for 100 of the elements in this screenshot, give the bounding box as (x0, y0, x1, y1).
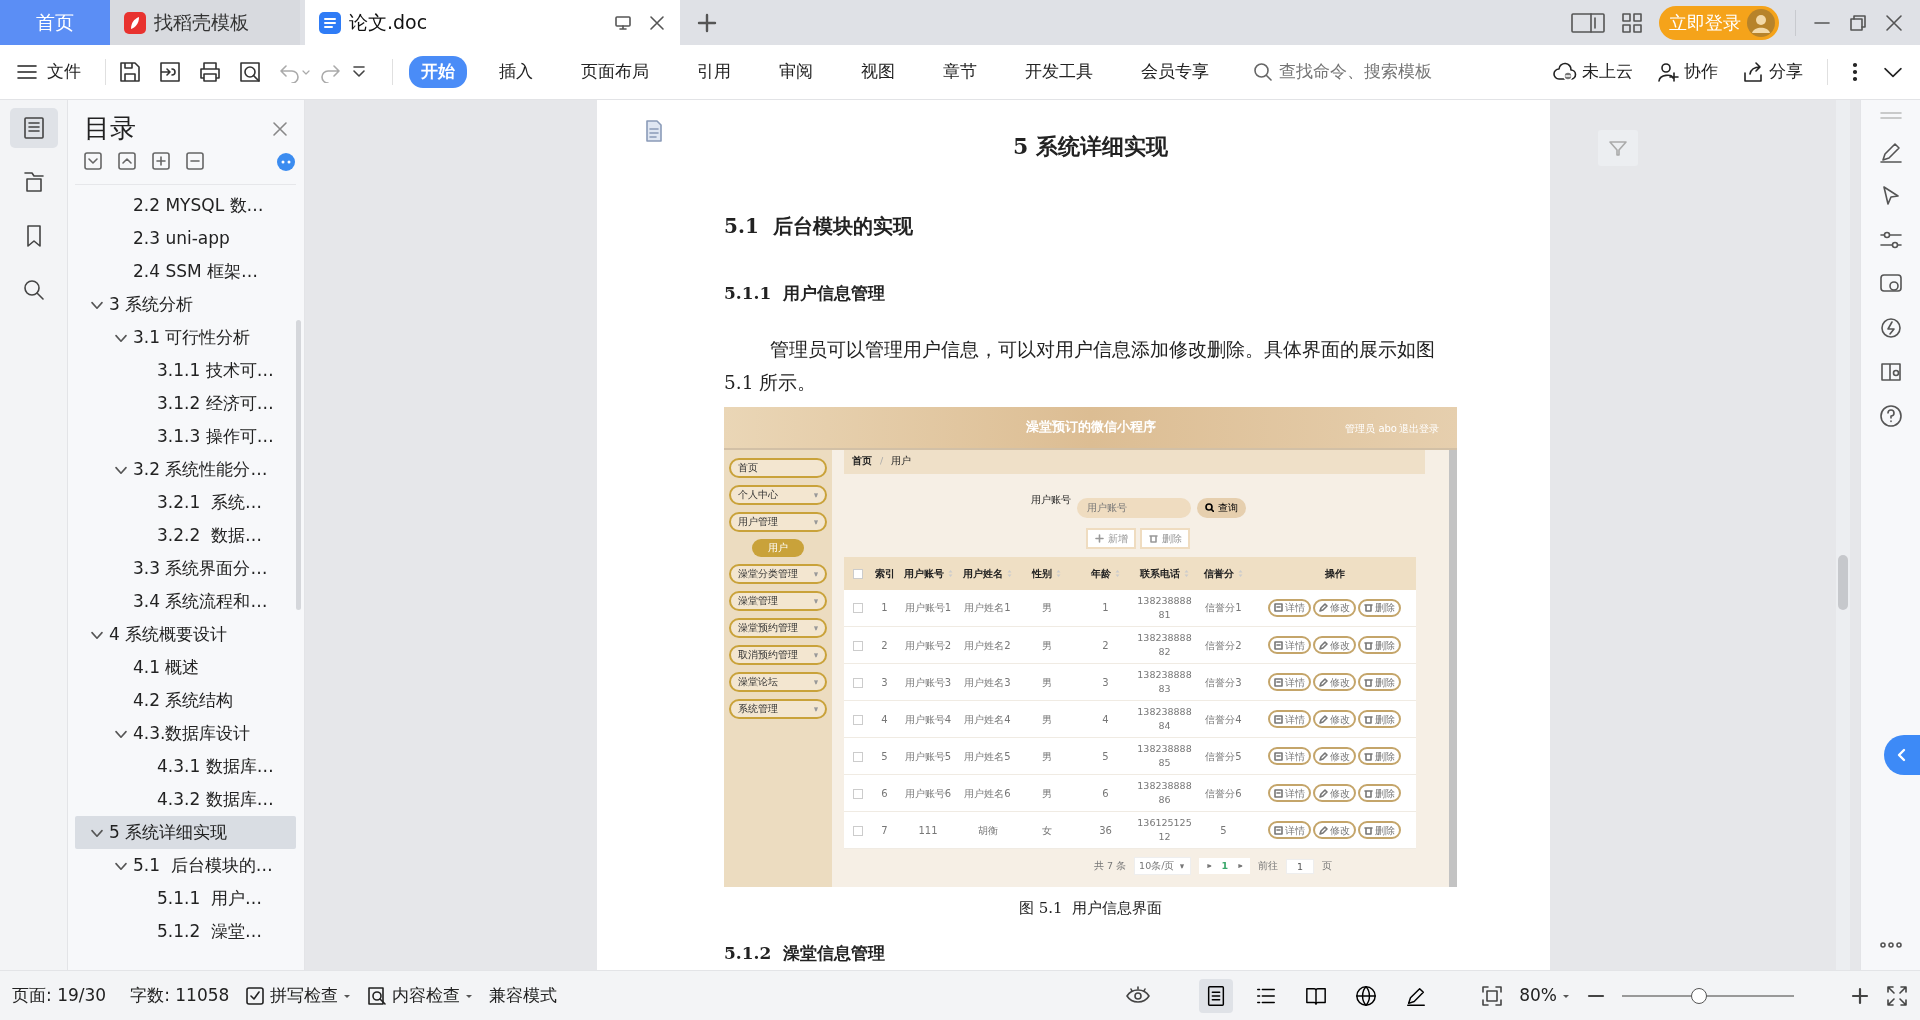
menu-item[interactable]: 取消预约管理 (729, 644, 827, 665)
toc-item[interactable]: 3.4 系统流程和… (75, 585, 296, 618)
more-icon[interactable] (1878, 940, 1903, 949)
toc-item[interactable]: 3.2 系统性能分… (75, 453, 296, 486)
menu-item[interactable]: 个人中心 (729, 484, 827, 505)
zoom-select[interactable]: 80% (1519, 982, 1570, 1009)
search-field[interactable]: 查找命令、搜索模板 (1253, 58, 1467, 86)
collapse-all-icon[interactable] (118, 152, 136, 170)
fullscreen-icon[interactable] (1886, 984, 1908, 1007)
toc-item[interactable]: 3.1.3 操作可… (75, 420, 296, 453)
plus-icon[interactable] (152, 152, 170, 170)
checkbox[interactable] (852, 825, 863, 836)
toc-item[interactable]: 3.1 可行性分析 (75, 321, 296, 354)
row-action-button[interactable]: 删除 (1358, 821, 1401, 839)
book-icon[interactable] (1878, 360, 1903, 384)
toc-item[interactable]: 4 系统概要设计 (75, 618, 296, 651)
toc-item[interactable]: 3.2.1 系统… (75, 486, 296, 519)
menu-item[interactable]: 系统管理 (729, 698, 827, 719)
toc-item[interactable]: 4.3.2 数据库… (75, 783, 296, 816)
assistant-icon[interactable] (276, 151, 296, 172)
toc-item[interactable]: 3.1.2 经济可… (75, 387, 296, 420)
checkbox[interactable] (852, 714, 863, 725)
row-action-button[interactable]: 修改 (1313, 636, 1356, 654)
breadcrumb-link[interactable]: 用户 (891, 454, 912, 469)
breadcrumb-link[interactable]: 首页 (852, 454, 872, 469)
zoom-in-icon[interactable] (1850, 985, 1870, 1006)
close-icon[interactable] (272, 120, 288, 137)
row-action-button[interactable]: 修改 (1313, 821, 1356, 839)
checkbox[interactable] (852, 568, 863, 579)
toc-item[interactable]: 2.2 MYSQL 数… (75, 189, 296, 222)
eye-icon[interactable] (1125, 985, 1152, 1006)
toc-item[interactable]: 2.3 uni-app (75, 222, 296, 255)
ribbon-tab[interactable]: 引用 (685, 56, 743, 88)
menu-item[interactable]: 澡堂预约管理 (729, 617, 827, 638)
row-action-button[interactable]: 详情 (1268, 747, 1311, 765)
ribbon-tab[interactable]: 页面布局 (569, 56, 661, 88)
row-action-button[interactable]: 修改 (1313, 673, 1356, 691)
fit-page-icon[interactable] (1481, 984, 1504, 1007)
checkbox[interactable] (852, 788, 863, 799)
toc-item[interactable]: 4.2 系统结构 (75, 684, 296, 717)
view-mode-button[interactable] (1199, 978, 1234, 1013)
checkbox[interactable] (852, 677, 863, 688)
row-action-button[interactable]: 修改 (1313, 598, 1356, 617)
row-action-button[interactable]: 删除 (1358, 636, 1401, 654)
ribbon-tab[interactable]: 视图 (849, 56, 907, 88)
layout-icon[interactable] (1571, 11, 1605, 34)
row-action-button[interactable]: 删除 (1358, 784, 1401, 802)
action-button[interactable]: 分享 (1742, 59, 1803, 85)
toc-item[interactable]: 5.1.1 用户… (75, 882, 296, 915)
ribbon-tab[interactable]: 会员专享 (1129, 56, 1221, 88)
minus-icon[interactable] (186, 152, 204, 170)
search-field[interactable]: 用户账号 (1077, 497, 1191, 518)
restore-icon[interactable] (1848, 12, 1868, 33)
menu-item[interactable]: 澡堂分类管理 (729, 563, 827, 584)
menu-item[interactable]: 澡堂论坛 (729, 671, 827, 692)
action-button[interactable]: 未上云 (1553, 59, 1633, 85)
page-input[interactable]: 1 (1286, 858, 1314, 874)
menu-item[interactable]: 澡堂管理 (729, 590, 827, 611)
new-tab-icon[interactable] (696, 11, 718, 34)
menu-item[interactable]: 用户管理 (729, 511, 827, 532)
row-action-button[interactable]: 删除 (1358, 710, 1401, 728)
row-action-button[interactable]: 删除 (1358, 673, 1401, 691)
toc-item[interactable]: 3.2.2 数据… (75, 519, 296, 552)
query-button[interactable]: 查询 (1197, 497, 1246, 518)
close-icon[interactable] (1884, 12, 1904, 33)
row-action-button[interactable]: 修改 (1313, 710, 1356, 728)
toc-item[interactable]: 3.3 系统界面分… (75, 552, 296, 585)
row-action-button[interactable]: 详情 (1268, 636, 1311, 654)
grid-icon[interactable] (1621, 11, 1643, 34)
toc-item[interactable]: 3.1.1 技术可… (75, 354, 296, 387)
tab[interactable]: 找稻壳模板 (110, 0, 300, 45)
status-button[interactable]: 拼写检查 (245, 982, 352, 1009)
ribbon-tab[interactable]: 插入 (487, 56, 545, 88)
more-icon[interactable] (1852, 62, 1858, 82)
toc-item[interactable]: 3 系统分析 (75, 288, 296, 321)
status-button[interactable]: 兼容模式 (489, 982, 558, 1009)
page-size-select[interactable]: 10条/页 (1134, 857, 1192, 876)
close-icon[interactable] (648, 13, 666, 32)
ribbon-tab[interactable]: 审阅 (767, 56, 825, 88)
row-action-button[interactable]: 详情 (1268, 784, 1311, 802)
toc-item[interactable]: 5.1.2 澡堂… (75, 915, 296, 948)
row-action-button[interactable]: 详情 (1268, 673, 1311, 691)
row-action-button[interactable]: 修改 (1313, 784, 1356, 802)
toc-item[interactable]: 5.1 后台模块的… (75, 849, 296, 882)
row-action-button[interactable]: 详情 (1268, 598, 1311, 617)
ribbon-tab[interactable]: 开发工具 (1013, 56, 1105, 88)
print-icon[interactable] (198, 60, 222, 84)
row-action-button[interactable]: 删除 (1358, 598, 1401, 617)
preview-icon[interactable] (238, 60, 262, 84)
save-icon[interactable] (118, 60, 142, 84)
tab[interactable]: 论文.doc (305, 0, 680, 45)
menu-item[interactable]: 首页 (729, 457, 827, 478)
checkbox[interactable] (852, 640, 863, 651)
zoom-slider[interactable] (1622, 987, 1794, 1004)
expand-all-icon[interactable] (84, 152, 102, 170)
side-collapse-tab[interactable] (1884, 735, 1920, 775)
row-action-button[interactable]: 详情 (1268, 710, 1311, 728)
scrollbar-thumb[interactable] (1838, 555, 1848, 610)
checkbox[interactable] (852, 751, 863, 762)
file-menu[interactable]: 文件 (16, 59, 81, 85)
